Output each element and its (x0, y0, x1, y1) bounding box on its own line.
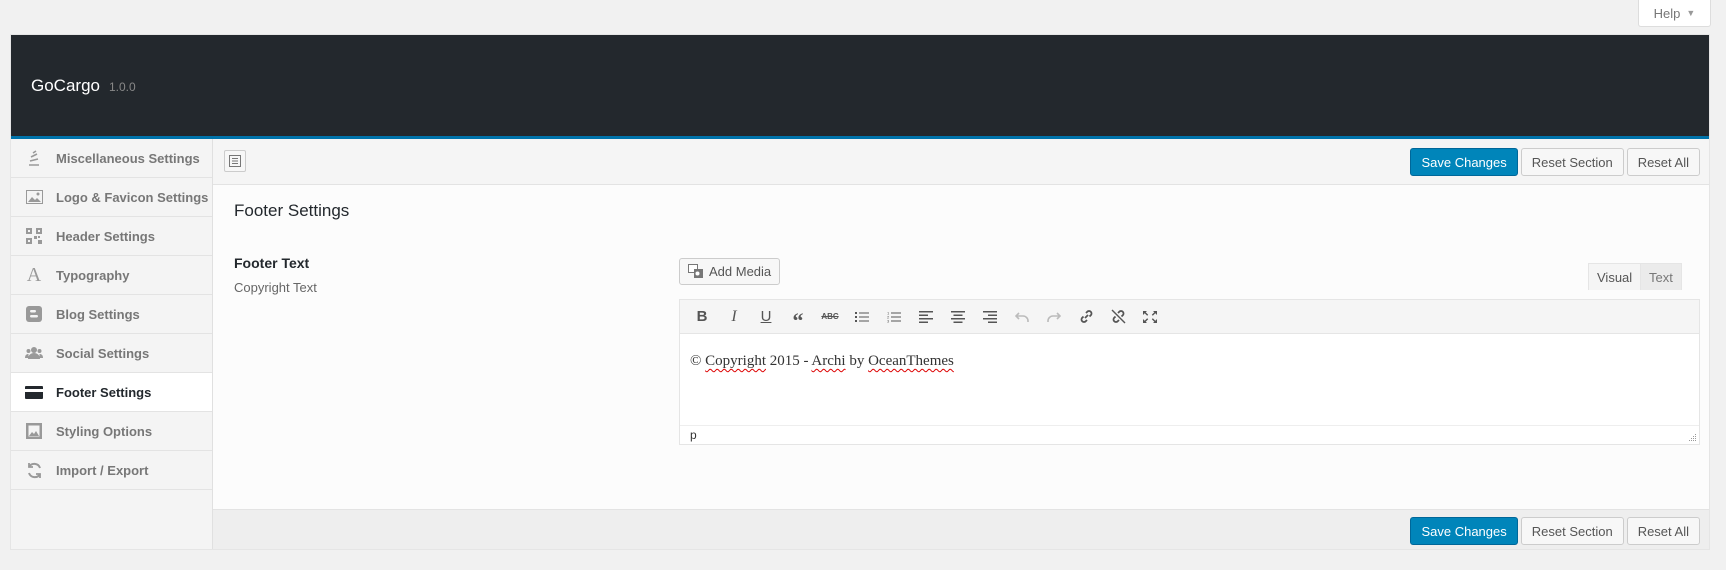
bottom-action-bar: Save Changes Reset Section Reset All (213, 509, 1709, 549)
align-center-icon[interactable] (942, 303, 974, 331)
content-word: Copyright (705, 353, 766, 369)
svg-text:3: 3 (887, 318, 890, 323)
underline-icon[interactable]: U (750, 303, 782, 331)
top-action-buttons: Save Changes Reset Section Reset All (1410, 148, 1700, 176)
align-right-icon[interactable] (974, 303, 1006, 331)
save-button[interactable]: Save Changes (1410, 148, 1518, 176)
link-icon[interactable] (1070, 303, 1102, 331)
sidebar-item-label: Import / Export (56, 462, 149, 478)
bottom-action-buttons: Save Changes Reset Section Reset All (1410, 517, 1700, 545)
section-title: Footer Settings (234, 201, 350, 220)
sidebar-item-header[interactable]: Header Settings (11, 217, 212, 256)
stack-icon (24, 148, 44, 168)
sidebar-item-label: Logo & Favicon Settings (56, 189, 209, 205)
list-icon (229, 155, 241, 167)
sidebar-item-label: Miscellaneous Settings (56, 150, 200, 166)
reset-all-button[interactable]: Reset All (1626, 517, 1700, 545)
sidebar-item-social[interactable]: Social Settings (11, 334, 212, 373)
card-icon (24, 382, 44, 402)
redo-icon[interactable] (1038, 303, 1070, 331)
typography-icon: A (26, 263, 42, 286)
sidebar-item-logo-favicon[interactable]: Logo & Favicon Settings (11, 178, 212, 217)
content-word: Archi (811, 353, 846, 369)
tab-visual[interactable]: Visual (1588, 263, 1642, 290)
fullscreen-icon[interactable] (1134, 303, 1166, 331)
blockquote-icon[interactable]: “ (782, 299, 814, 335)
resize-handle-icon[interactable] (1689, 434, 1697, 442)
users-icon (24, 343, 44, 363)
editor-statusbar: p (680, 425, 1699, 444)
image-icon (24, 187, 44, 207)
sidebar: Miscellaneous Settings Logo & Favicon Se… (11, 139, 213, 549)
blogger-icon (24, 304, 44, 324)
sidebar-item-label: Social Settings (56, 345, 150, 361)
italic-icon[interactable]: I (718, 303, 750, 331)
sidebar-item-label: Header Settings (56, 228, 155, 244)
field-label: Footer Text (234, 255, 310, 271)
refresh-icon (24, 460, 44, 480)
media-icon (688, 264, 703, 278)
panel-header: GoCargo 1.0.0 (11, 35, 1709, 139)
content-text: 2015 - (766, 353, 812, 369)
unlink-icon[interactable] (1102, 303, 1134, 331)
sidebar-item-label: Blog Settings (56, 306, 140, 322)
reset-section-button[interactable]: Reset Section (1520, 517, 1624, 545)
add-media-button[interactable]: Add Media (679, 258, 781, 285)
strikethrough-icon[interactable]: ABC (814, 303, 846, 331)
tab-text[interactable]: Text (1640, 263, 1682, 290)
sidebar-item-blog[interactable]: Blog Settings (11, 295, 212, 334)
bullet-list-icon[interactable] (846, 303, 878, 331)
help-tab[interactable]: Help ▼ (1638, 0, 1711, 27)
field-description: Copyright Text (234, 280, 317, 295)
app-title: GoCargo (31, 75, 100, 95)
sidebar-item-label: Styling Options (56, 423, 153, 439)
picture-icon (24, 421, 44, 441)
editor-toolbar: B I U “ ABC 123 (680, 300, 1699, 334)
numbered-list-icon[interactable]: 123 (878, 303, 910, 331)
expand-options-button[interactable] (224, 150, 246, 172)
help-label: Help (1653, 5, 1681, 21)
app-version: 1.0.0 (108, 79, 136, 94)
sidebar-item-typography[interactable]: A Typography (11, 256, 212, 295)
undo-icon[interactable] (1006, 303, 1038, 331)
bold-icon[interactable]: B (686, 303, 718, 331)
content-word: OceanThemes (868, 353, 954, 369)
editor-content[interactable]: © Copyright 2015 - Archi by OceanThemes (680, 334, 1699, 425)
content-text: by (845, 353, 869, 369)
sidebar-item-styling[interactable]: Styling Options (11, 412, 212, 451)
sidebar-item-label: Footer Settings (56, 384, 152, 400)
content-area: Save Changes Reset Section Reset All Foo… (213, 139, 1709, 549)
reset-all-button[interactable]: Reset All (1626, 148, 1700, 176)
sidebar-item-label: Typography (56, 267, 130, 283)
sidebar-item-footer[interactable]: Footer Settings (11, 373, 212, 412)
reset-section-button[interactable]: Reset Section (1520, 148, 1624, 176)
top-action-bar: Save Changes Reset Section Reset All (213, 139, 1709, 185)
chevron-down-icon: ▼ (1686, 8, 1696, 18)
sidebar-item-miscellaneous[interactable]: Miscellaneous Settings (11, 139, 212, 178)
save-button[interactable]: Save Changes (1410, 517, 1518, 545)
sidebar-item-import-export[interactable]: Import / Export (11, 451, 212, 490)
element-path[interactable]: p (690, 428, 697, 442)
align-left-icon[interactable] (910, 303, 942, 331)
content-prefix: © (690, 353, 706, 369)
options-panel: GoCargo 1.0.0 Miscellaneous Settings Log… (10, 34, 1710, 550)
qr-icon (24, 226, 44, 246)
add-media-label: Add Media (709, 264, 772, 279)
rich-text-editor: B I U “ ABC 123 © Copyright 2015 - Archi… (679, 299, 1700, 445)
